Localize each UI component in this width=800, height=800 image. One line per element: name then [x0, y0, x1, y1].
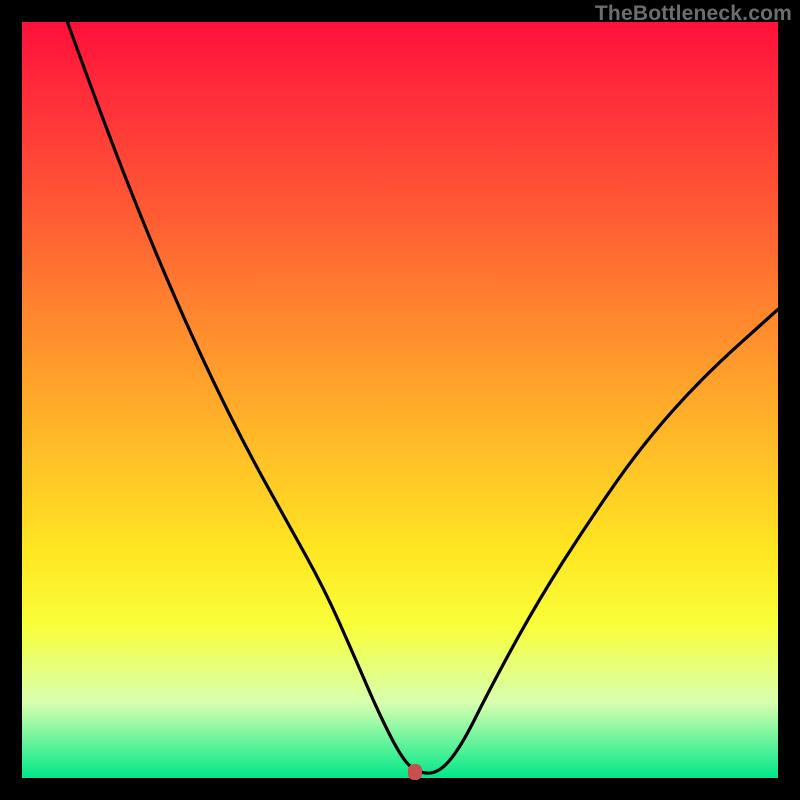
chart-marker — [408, 764, 422, 780]
plot-area — [22, 22, 778, 778]
chart-curve — [22, 22, 778, 778]
chart-frame: TheBottleneck.com — [0, 0, 800, 800]
watermark-text: TheBottleneck.com — [595, 2, 792, 26]
